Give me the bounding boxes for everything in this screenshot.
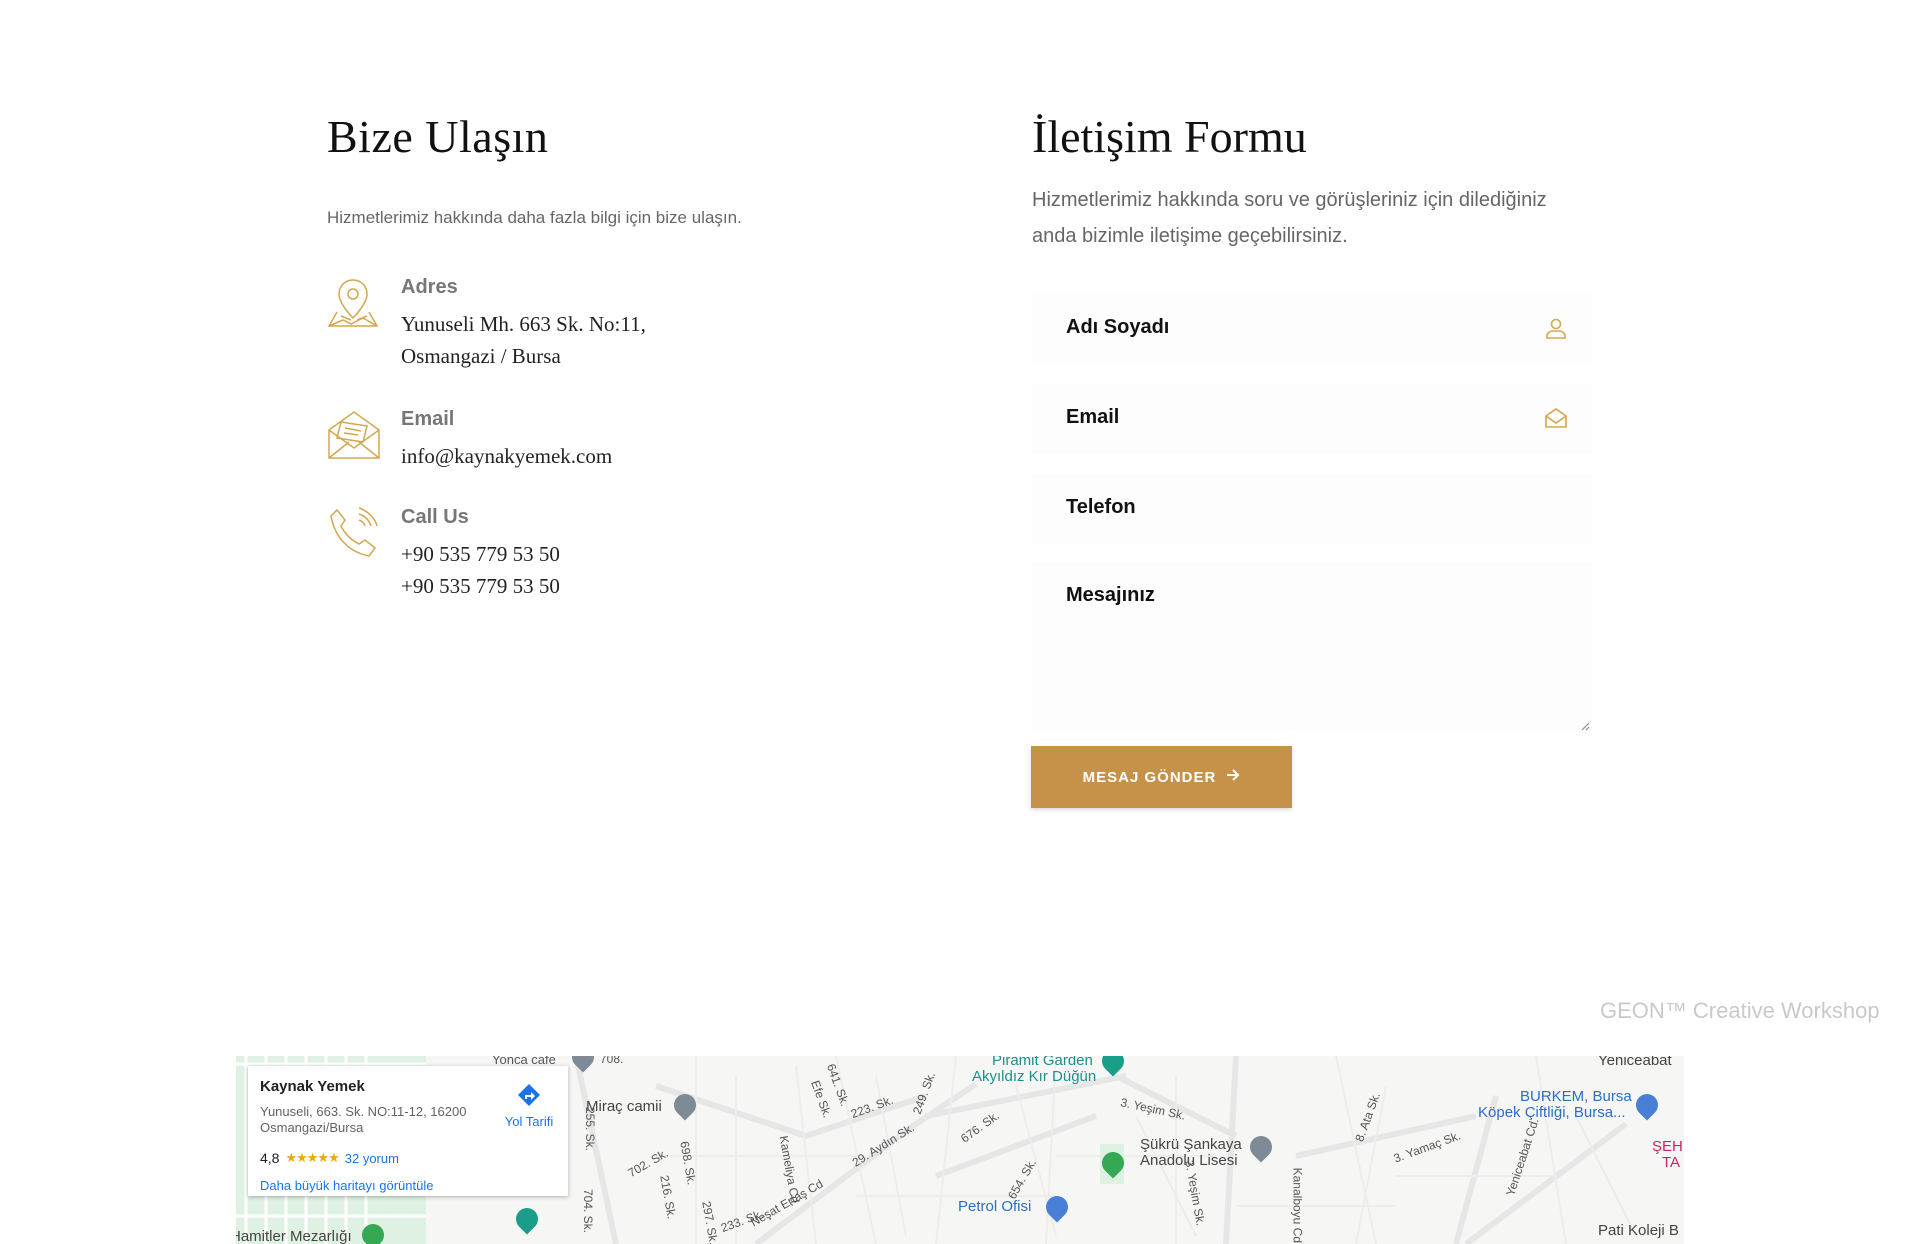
name-field-label: Adı Soyadı (1066, 316, 1170, 338)
message-field-label: Mesajınız (1066, 584, 1155, 606)
map-label-kanalboyu: Kanalboyu Cd. (1290, 1167, 1305, 1244)
contact-title: Bize Ulaşın (327, 111, 549, 162)
resize-handle-icon[interactable] (1580, 718, 1590, 731)
map-label-hamitler: Hamitler Mezarlığı (236, 1228, 352, 1244)
phone-field-label: Telefon (1066, 496, 1136, 518)
form-subtitle: Hizmetlerimiz hakkında soru ve görüşleri… (1032, 189, 1547, 247)
phone-line-2[interactable]: +90 535 779 53 50 (401, 574, 560, 599)
envelope-icon (327, 408, 381, 462)
map-label-burkem-2: Köpek Çiftliği, Bursa... (1478, 1104, 1626, 1121)
map-place-card: Kaynak Yemek Yunuseli, 663. Sk. NO:11-12… (248, 1066, 568, 1196)
directions-label: Yol Tarifi (504, 1114, 554, 1129)
form-title: İletişim Formu (1032, 111, 1307, 162)
message-textarea[interactable]: Mesajınız (1032, 562, 1592, 731)
user-icon (1544, 316, 1568, 340)
address-line-1: Yunuseli Mh. 663 Sk. No:11, (401, 312, 646, 336)
place-address: Yunuseli, 663. Sk. NO:11-12, 16200 Osman… (260, 1104, 467, 1135)
map-label-sk708: 708. (600, 1056, 624, 1066)
reviews-link[interactable]: 32 yorum (345, 1151, 399, 1166)
larger-map-link[interactable]: Daha büyük haritayı görüntüle (260, 1178, 433, 1193)
directions-button[interactable]: Yol Tarifi (493, 1082, 565, 1129)
directions-icon (516, 1084, 542, 1111)
map-label-pati: Pati Koleji B (1598, 1222, 1679, 1239)
phone-icon (327, 506, 381, 560)
send-button-label: MESAJ GÖNDER (1082, 768, 1217, 786)
google-map[interactable]: Yonca cafe Miraç camii Piramit Garden Ak… (236, 1056, 1684, 1244)
email-label: Email (401, 408, 455, 430)
map-pin-icon (327, 276, 381, 330)
contact-subtitle: Hizmetlerimiz hakkında daha fazla bilgi … (327, 208, 742, 227)
address-line-2: Osmangazi / Bursa (401, 344, 561, 368)
contact-section: Bize Ulaşın Hizmetlerimiz hakkında daha … (327, 110, 967, 598)
map-label-burkem-1: BURKEM, Bursa (1520, 1088, 1632, 1105)
map-label-mirac: Miraç camii (586, 1098, 662, 1115)
map-label-seh-1: ŞEH (1652, 1138, 1683, 1155)
watermark: GEON™ Creative Workshop (1600, 998, 1880, 1023)
email-field[interactable]: Email (1032, 384, 1592, 454)
address-label: Adres (401, 276, 458, 298)
rating-stars-icon: ★★★★★ (285, 1150, 339, 1165)
phone-field[interactable]: Telefon (1032, 474, 1592, 544)
map-label-sk704: 704. Sk. (581, 1188, 596, 1234)
map-label-sukru-1: Şükrü Şankaya (1140, 1136, 1242, 1153)
place-rating: 4,8 ★★★★★ 32 yorum (260, 1150, 399, 1166)
name-field[interactable]: Adı Soyadı (1032, 294, 1592, 364)
place-name: Kaynak Yemek (260, 1078, 365, 1095)
envelope-open-icon (1544, 406, 1568, 430)
send-message-button[interactable]: MESAJ GÖNDER (1031, 746, 1292, 808)
email-field-label: Email (1066, 406, 1120, 428)
phone-label: Call Us (401, 506, 469, 528)
map-label-petrol: Petrol Ofisi (958, 1198, 1032, 1215)
email-link[interactable]: info@kaynakyemek.com (401, 444, 612, 469)
map-label-seh-2: TA (1662, 1154, 1681, 1171)
arrow-right-icon (1226, 768, 1240, 786)
phone-line-1[interactable]: +90 535 779 53 50 (401, 542, 560, 567)
map-label-sk255: 255. Sk. (583, 1106, 598, 1152)
contact-form-section: İletişim Formu Hizmetlerimiz hakkında so… (1032, 110, 1592, 247)
map-label-yeniceabat: Yeniceabat (1598, 1056, 1672, 1069)
rating-value: 4,8 (260, 1150, 280, 1166)
map-label-piramit-2: Akyıldız Kır Düğün (972, 1068, 1097, 1085)
